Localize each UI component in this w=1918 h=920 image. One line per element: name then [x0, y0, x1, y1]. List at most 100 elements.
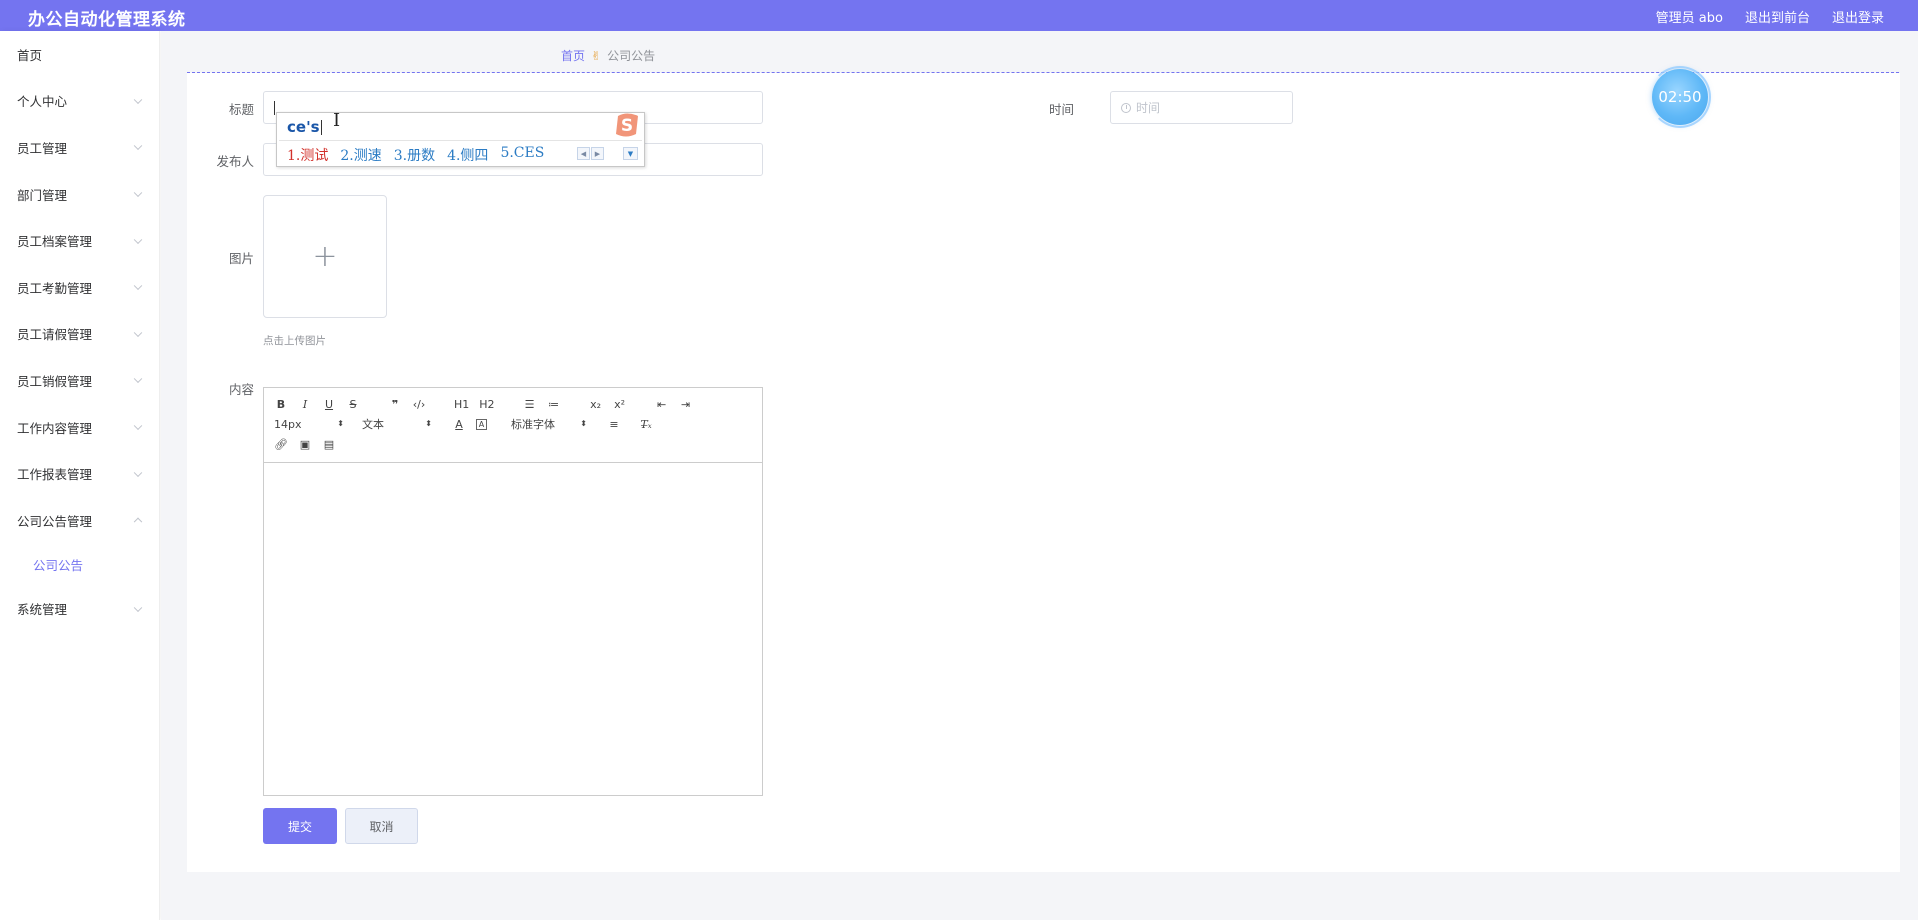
- plus-icon: +: [312, 239, 338, 274]
- upload-tip: 点击上传图片: [263, 335, 326, 347]
- sidebar-item-work-content[interactable]: 工作内容管理: [0, 404, 159, 451]
- sidebar-item-announcement[interactable]: 公司公告管理: [0, 497, 159, 544]
- sidebar-item-label: 员工考勤管理: [17, 280, 93, 296]
- chevron-up-icon: [133, 517, 143, 527]
- sidebar-item-label: 员工请假管理: [17, 327, 93, 343]
- ime-next-icon[interactable]: ▶: [591, 147, 604, 160]
- clock-icon: [1121, 102, 1131, 113]
- sidebar-item-home[interactable]: 首页: [0, 31, 159, 78]
- sidebar: 首页 个人中心 员工管理 部门管理 员工档案管理 员工考勤管理 员工请假管理 员…: [0, 31, 160, 920]
- sidebar-item-leave[interactable]: 员工请假管理: [0, 311, 159, 358]
- clear-format-icon[interactable]: T̶ₓ: [639, 416, 653, 432]
- font-family-select[interactable]: 标准字体 ⬍: [511, 416, 587, 432]
- cancel-button[interactable]: 取消: [345, 808, 418, 844]
- svg-text:S: S: [621, 116, 633, 136]
- sidebar-item-system[interactable]: 系统管理: [0, 586, 159, 633]
- blockquote-icon[interactable]: ❞: [388, 396, 402, 412]
- background-color-icon[interactable]: A: [476, 418, 487, 430]
- sidebar-item-label: 部门管理: [17, 187, 68, 203]
- text-cursor-icon: I: [333, 110, 341, 131]
- header1-icon[interactable]: H1: [454, 396, 469, 412]
- image-uploader[interactable]: +: [263, 195, 387, 318]
- chevron-down-icon: [133, 603, 143, 612]
- text-caret: [274, 100, 275, 115]
- font-size-value: 14px: [274, 417, 302, 431]
- sidebar-item-label: 员工管理: [17, 140, 68, 156]
- video-icon[interactable]: ▤: [322, 436, 336, 452]
- sidebar-item-personal-center[interactable]: 个人中心: [0, 78, 159, 125]
- bold-icon[interactable]: B: [274, 396, 288, 412]
- underline-icon[interactable]: U: [322, 396, 336, 412]
- sidebar-item-work-report[interactable]: 工作报表管理: [0, 450, 159, 497]
- bullet-list-icon[interactable]: ≔: [547, 396, 561, 412]
- ordered-list-icon[interactable]: ☰: [523, 396, 537, 412]
- superscript-icon[interactable]: x²: [613, 396, 627, 412]
- ime-candidate[interactable]: 2.测速: [340, 145, 381, 165]
- sidebar-item-leave-cancel[interactable]: 员工销假管理: [0, 357, 159, 404]
- sidebar-item-employee[interactable]: 员工管理: [0, 124, 159, 171]
- sidebar-subitem-announcement[interactable]: 公司公告: [0, 544, 159, 586]
- hand-icon: ✌: [591, 48, 602, 63]
- ime-candidates: 1.测试 2.测速 3.册数 4.侧四 5.CES: [287, 145, 544, 165]
- app-title: 办公自动化管理系统: [28, 10, 186, 30]
- code-block-icon[interactable]: ‹/›: [412, 396, 426, 412]
- time-placeholder: 时间: [1136, 101, 1161, 115]
- sidebar-item-department[interactable]: 部门管理: [0, 171, 159, 218]
- breadcrumb: 首页 ✌ 公司公告: [561, 47, 655, 64]
- font-color-icon[interactable]: A: [452, 416, 466, 432]
- sidebar-item-label: 系统管理: [17, 602, 68, 618]
- header-actions: 管理员 abo 退出到前台 退出登录: [1656, 7, 1884, 26]
- select-arrow-icon: ⬍: [337, 419, 344, 428]
- font-size-select[interactable]: 14px ⬍: [274, 418, 344, 431]
- time-label: 时间: [1048, 102, 1074, 117]
- ime-composition: ce's: [287, 118, 322, 136]
- ime-composition-text: ce's: [287, 118, 320, 136]
- sidebar-item-label: 个人中心: [17, 94, 68, 110]
- sidebar-item-label: 工作内容管理: [17, 420, 93, 436]
- link-icon[interactable]: 🔗︎: [274, 436, 288, 452]
- chevron-down-icon: [133, 188, 143, 198]
- ime-candidate[interactable]: 4.侧四: [447, 145, 488, 165]
- ime-candidate-window: ce's 1.测试 2.测速 3.册数 4.侧四 5.CES ◀ ▶ ▼: [276, 112, 645, 167]
- strike-icon[interactable]: S: [346, 396, 360, 412]
- select-arrow-icon: ⬍: [425, 419, 432, 428]
- sidebar-item-employee-archive[interactable]: 员工档案管理: [0, 217, 159, 264]
- select-arrow-icon: ⬍: [580, 419, 587, 428]
- rich-text-editor: B I U S ❞ ‹/› H1 H2 ☰ ≔ x₂ x² ⇤ ⇥ 14px ⬍ …: [263, 387, 763, 796]
- sidebar-subitem-label: 公司公告: [33, 558, 84, 574]
- ime-prev-icon[interactable]: ◀: [577, 147, 590, 160]
- timer-badge[interactable]: 02:50: [1649, 66, 1711, 128]
- chevron-down-icon: [133, 421, 143, 431]
- indent-icon[interactable]: ⇥: [679, 396, 693, 412]
- ime-candidate[interactable]: 1.测试: [287, 145, 328, 165]
- chevron-down-icon: [133, 468, 143, 477]
- align-icon[interactable]: ≡: [607, 416, 621, 432]
- user-label: 管理员 abo: [1655, 11, 1723, 26]
- submit-button[interactable]: 提交: [263, 808, 337, 844]
- ime-expand-icon[interactable]: ▼: [623, 147, 638, 160]
- logout-link[interactable]: 退出登录: [1832, 7, 1884, 26]
- ime-page-nav: ◀ ▶: [577, 147, 604, 160]
- chevron-down-icon: [133, 281, 143, 291]
- content-label: 内容: [228, 382, 254, 397]
- font-family-value: 标准字体: [511, 418, 555, 431]
- image-icon[interactable]: ▣: [298, 436, 312, 452]
- header-select[interactable]: 文本 ⬍: [362, 416, 432, 432]
- breadcrumb-current: 公司公告: [607, 49, 656, 63]
- time-picker[interactable]: 时间: [1110, 91, 1293, 124]
- italic-icon[interactable]: I: [298, 396, 312, 412]
- ime-candidate[interactable]: 5.CES: [500, 145, 544, 165]
- ime-candidate[interactable]: 3.册数: [394, 145, 435, 165]
- publisher-label: 发布人: [216, 154, 254, 169]
- sidebar-item-attendance[interactable]: 员工考勤管理: [0, 264, 159, 311]
- chevron-down-icon: [133, 375, 143, 384]
- front-link[interactable]: 退出到前台: [1745, 7, 1810, 26]
- header2-icon[interactable]: H2: [479, 396, 494, 412]
- sogou-logo-icon: S: [616, 113, 638, 137]
- outdent-icon[interactable]: ⇤: [655, 396, 669, 412]
- breadcrumb-home[interactable]: 首页: [561, 47, 585, 64]
- image-label: 图片: [228, 251, 254, 266]
- chevron-down-icon: [133, 142, 143, 151]
- subscript-icon[interactable]: x₂: [589, 396, 603, 412]
- header-select-value: 文本: [362, 418, 384, 431]
